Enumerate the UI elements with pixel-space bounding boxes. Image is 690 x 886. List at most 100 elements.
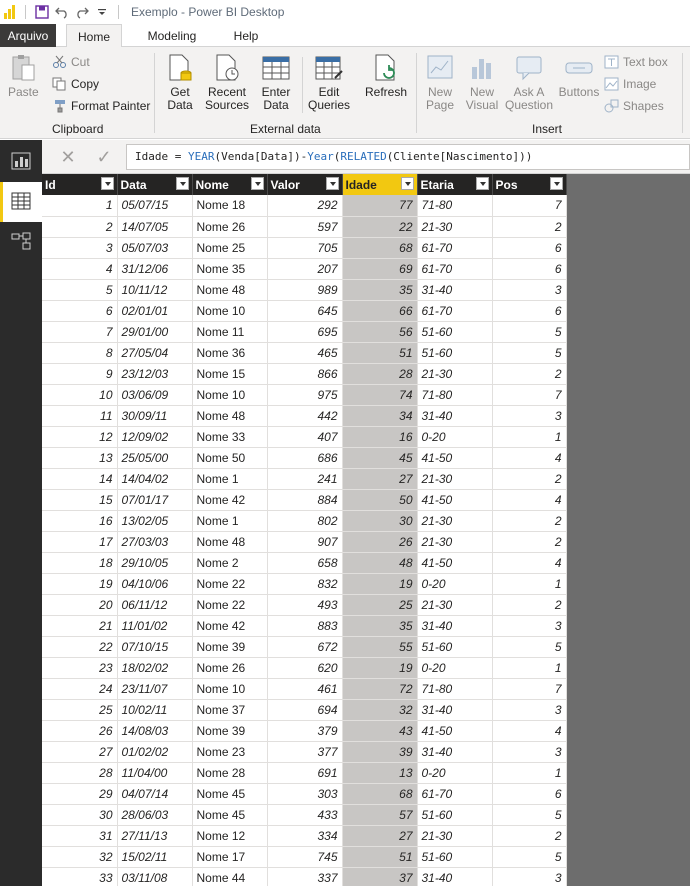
table-row[interactable]: 7 29/01/00 Nome 11 695 56 51-60 5 [42,321,567,343]
cell-valor[interactable]: 620 [267,657,343,679]
cell-etaria[interactable]: 71-80 [417,384,493,406]
table-row[interactable]: 19 04/10/06 Nome 22 832 19 0-20 1 [42,573,567,595]
cell-id[interactable]: 32 [42,846,118,868]
cell-idade[interactable]: 66 [342,300,418,322]
cell-etaria[interactable]: 21-30 [417,594,493,616]
cell-data[interactable]: 27/11/13 [117,825,193,847]
table-row[interactable]: 15 07/01/17 Nome 42 884 50 41-50 4 [42,489,567,511]
table-row[interactable]: 1 05/07/15 Nome 18 292 77 71-80 7 [42,195,567,217]
cell-idade[interactable]: 43 [342,720,418,742]
cell-etaria[interactable]: 41-50 [417,720,493,742]
cell-id[interactable]: 11 [42,405,118,427]
cell-data[interactable]: 14/04/02 [117,468,193,490]
cell-id[interactable]: 30 [42,804,118,826]
cell-id[interactable]: 23 [42,657,118,679]
cell-etaria[interactable]: 41-50 [417,489,493,511]
cell-nome[interactable]: Nome 42 [192,489,268,511]
table-row[interactable]: 24 23/11/07 Nome 10 461 72 71-80 7 [42,678,567,700]
cell-id[interactable]: 9 [42,363,118,385]
refresh-button[interactable]: Refresh [364,53,408,99]
cell-valor[interactable]: 884 [267,489,343,511]
table-row[interactable]: 17 27/03/03 Nome 48 907 26 21-30 2 [42,531,567,553]
cell-id[interactable]: 18 [42,552,118,574]
cell-data[interactable]: 18/02/02 [117,657,193,679]
cell-nome[interactable]: Nome 23 [192,741,268,763]
table-row[interactable]: 25 10/02/11 Nome 37 694 32 31-40 3 [42,699,567,721]
cell-data[interactable]: 28/06/03 [117,804,193,826]
cell-id[interactable]: 3 [42,237,118,259]
cell-nome[interactable]: Nome 22 [192,573,268,595]
cell-pos[interactable]: 5 [492,804,567,826]
cell-etaria[interactable]: 61-70 [417,300,493,322]
cell-id[interactable]: 33 [42,867,118,886]
cell-data[interactable]: 30/09/11 [117,405,193,427]
cell-nome[interactable]: Nome 26 [192,216,268,238]
cancel-formula-icon[interactable]: ✕ [54,146,82,168]
cell-etaria[interactable]: 51-60 [417,636,493,658]
cell-etaria[interactable]: 41-50 [417,552,493,574]
cell-valor[interactable]: 645 [267,300,343,322]
cell-id[interactable]: 15 [42,489,118,511]
cell-nome[interactable]: Nome 28 [192,762,268,784]
cell-valor[interactable]: 379 [267,720,343,742]
cell-id[interactable]: 13 [42,447,118,469]
cell-id[interactable]: 14 [42,468,118,490]
cell-id[interactable]: 27 [42,741,118,763]
cell-pos[interactable]: 6 [492,258,567,280]
cell-etaria[interactable]: 0-20 [417,762,493,784]
table-row[interactable]: 2 14/07/05 Nome 26 597 22 21-30 2 [42,216,567,238]
cell-pos[interactable]: 2 [492,510,567,532]
cell-idade[interactable]: 50 [342,489,418,511]
cell-etaria[interactable]: 31-40 [417,741,493,763]
cell-valor[interactable]: 802 [267,510,343,532]
cell-nome[interactable]: Nome 1 [192,468,268,490]
cell-data[interactable]: 03/06/09 [117,384,193,406]
cell-idade[interactable]: 74 [342,384,418,406]
cell-etaria[interactable]: 31-40 [417,867,493,886]
cell-valor[interactable]: 377 [267,741,343,763]
cell-idade[interactable]: 28 [342,363,418,385]
cell-data[interactable]: 14/07/05 [117,216,193,238]
cell-pos[interactable]: 5 [492,636,567,658]
cell-valor[interactable]: 975 [267,384,343,406]
table-row[interactable]: 8 27/05/04 Nome 36 465 51 51-60 5 [42,342,567,364]
cell-nome[interactable]: Nome 22 [192,594,268,616]
cell-id[interactable]: 21 [42,615,118,637]
cell-idade[interactable]: 69 [342,258,418,280]
cell-etaria[interactable]: 21-30 [417,531,493,553]
filter-dropdown-icon[interactable] [100,177,114,190]
table-row[interactable]: 12 12/09/02 Nome 33 407 16 0-20 1 [42,426,567,448]
cell-data[interactable]: 05/07/15 [117,195,193,217]
cell-id[interactable]: 1 [42,195,118,217]
cell-valor[interactable]: 461 [267,678,343,700]
cell-pos[interactable]: 2 [492,468,567,490]
cell-valor[interactable]: 337 [267,867,343,886]
cell-id[interactable]: 19 [42,573,118,595]
cell-data[interactable]: 27/05/04 [117,342,193,364]
cell-valor[interactable]: 433 [267,804,343,826]
table-row[interactable]: 9 23/12/03 Nome 15 866 28 21-30 2 [42,363,567,385]
cell-idade[interactable]: 77 [342,195,418,217]
filter-dropdown-icon[interactable] [325,177,339,190]
cell-valor[interactable]: 597 [267,216,343,238]
cell-valor[interactable]: 292 [267,195,343,217]
cell-valor[interactable]: 465 [267,342,343,364]
cell-valor[interactable]: 407 [267,426,343,448]
report-view-button[interactable] [0,142,42,182]
cell-data[interactable]: 11/01/02 [117,615,193,637]
cell-nome[interactable]: Nome 45 [192,783,268,805]
cell-nome[interactable]: Nome 42 [192,615,268,637]
column-header-valor[interactable]: Valor [267,174,343,195]
buttons-button[interactable]: Buttons [556,53,602,99]
cell-idade[interactable]: 37 [342,867,418,886]
cell-pos[interactable]: 7 [492,195,567,217]
filter-dropdown-icon[interactable] [549,177,563,190]
filter-dropdown-icon[interactable] [175,177,189,190]
cell-valor[interactable]: 866 [267,363,343,385]
cell-pos[interactable]: 3 [492,615,567,637]
cell-id[interactable]: 20 [42,594,118,616]
cell-id[interactable]: 10 [42,384,118,406]
table-row[interactable]: 33 03/11/08 Nome 44 337 37 31-40 3 [42,867,567,886]
table-row[interactable]: 23 18/02/02 Nome 26 620 19 0-20 1 [42,657,567,679]
table-row[interactable]: 10 03/06/09 Nome 10 975 74 71-80 7 [42,384,567,406]
